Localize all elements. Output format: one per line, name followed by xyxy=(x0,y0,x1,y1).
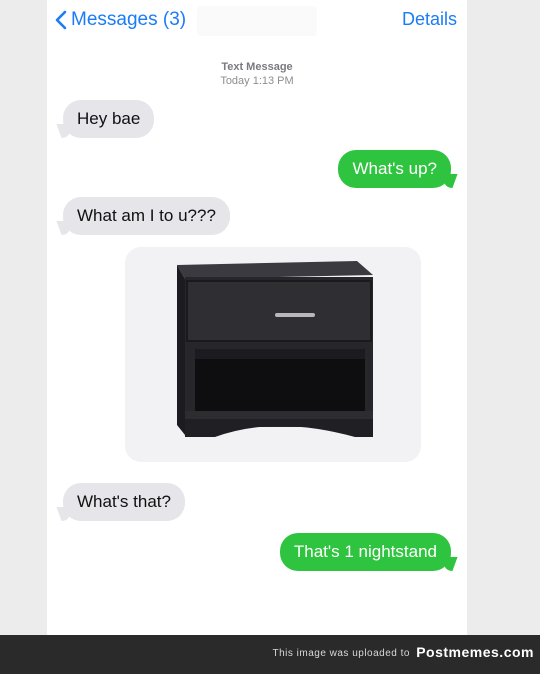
back-button-label: Messages (3) xyxy=(71,9,187,30)
nav-bar: Messages (3) Details xyxy=(47,0,467,40)
image-attachment[interactable] xyxy=(125,247,421,462)
message-text: What am I to u??? xyxy=(77,206,216,225)
incoming-message-bubble[interactable]: What am I to u??? xyxy=(63,197,230,235)
messages-screen: Messages (3) Details Text Message Today … xyxy=(47,0,467,635)
outgoing-message-bubble[interactable]: That's 1 nightstand xyxy=(279,533,451,571)
chevron-left-icon xyxy=(55,10,67,30)
message-text: What's that? xyxy=(77,492,171,511)
watermark-footer: This image was uploaded to Postmemes.com xyxy=(0,635,540,674)
incoming-message-bubble[interactable]: What's that? xyxy=(63,483,185,521)
back-button[interactable]: Messages (3) xyxy=(55,6,186,34)
redacted-contact-name xyxy=(197,6,317,36)
nightstand-image xyxy=(177,261,373,437)
message-text: That's 1 nightstand xyxy=(293,542,437,561)
message-text: Hey bae xyxy=(77,109,141,128)
outgoing-message-bubble[interactable]: What's up? xyxy=(338,150,451,188)
thread-timestamp: Text Message Today 1:13 PM xyxy=(47,60,467,88)
watermark-brand[interactable]: Postmemes.com xyxy=(416,644,534,660)
message-time-label: Today 1:13 PM xyxy=(220,75,294,87)
watermark-text: This image was uploaded to xyxy=(272,648,410,659)
message-text: What's up? xyxy=(352,159,437,178)
details-button[interactable]: Details xyxy=(402,9,457,30)
message-type-label: Text Message xyxy=(221,61,293,73)
incoming-message-bubble[interactable]: Hey bae xyxy=(63,100,155,138)
